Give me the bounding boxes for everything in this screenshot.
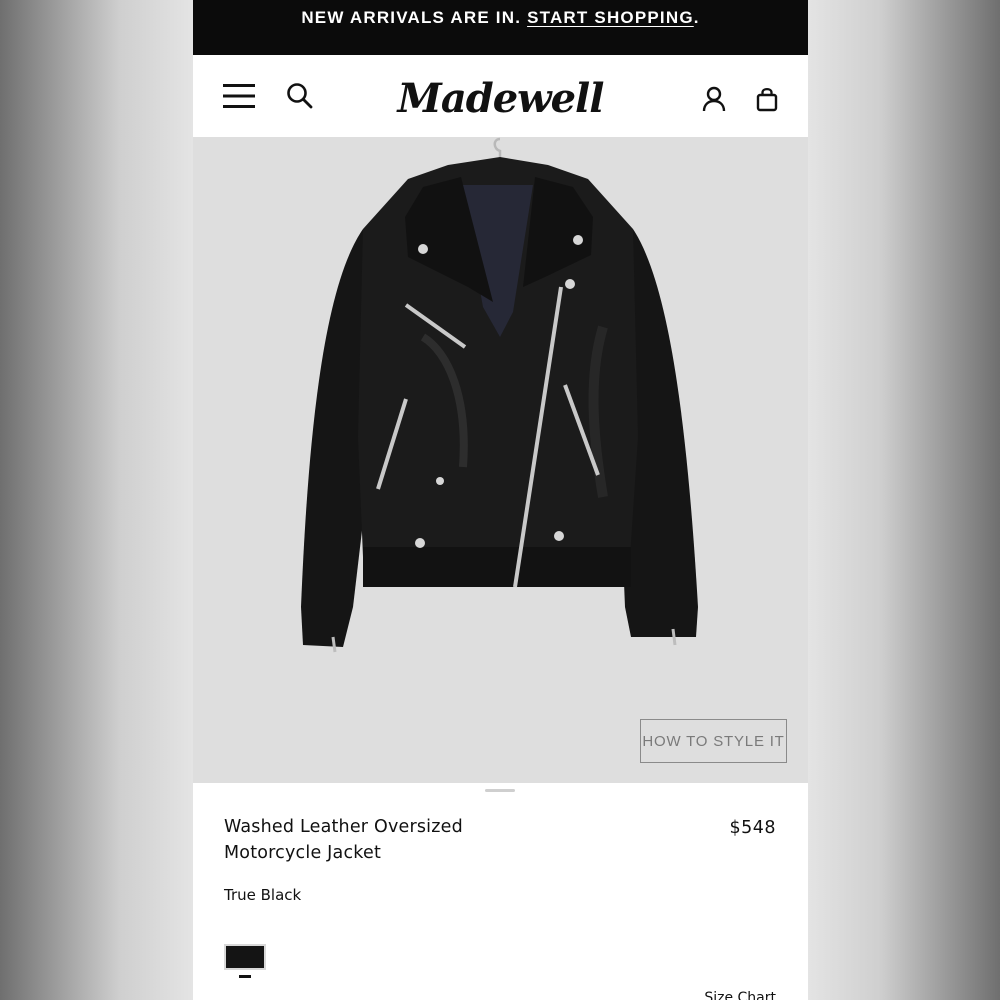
selected-color-name: True Black [224,886,302,904]
product-title-line-2: Motorcycle Jacket [224,843,382,863]
product-title-line-1: Washed Leather Oversized [224,817,463,837]
search-button[interactable] [283,80,317,112]
start-shopping-link[interactable]: START SHOPPING [527,8,694,27]
size-chart-link[interactable]: Size Chart [704,990,776,1000]
search-icon [287,83,313,109]
menu-icon [223,84,255,108]
promo-text: NEW ARRIVALS ARE IN. [301,8,522,27]
menu-button[interactable] [221,80,257,112]
sheet-drag-handle[interactable] [485,789,515,792]
promo-banner: NEW ARRIVALS ARE IN. START SHOPPING. [193,0,808,55]
site-header: Madewell [193,55,808,137]
product-image[interactable]: HOW TO STYLE IT [193,137,808,783]
account-button[interactable] [698,83,730,115]
bag-button[interactable] [751,83,783,115]
mobile-page: NEW ARRIVALS ARE IN. START SHOPPING. Mad… [193,0,808,1000]
leather-jacket-image [301,137,698,653]
madewell-logo[interactable]: Madewell [393,69,608,127]
selected-swatch-indicator [239,975,251,978]
promo-period: . [693,8,700,27]
product-title: Washed Leather Oversized Motorcycle Jack… [224,814,524,866]
product-price: $548 [729,818,776,838]
bag-icon [756,87,778,112]
how-to-style-it-button[interactable]: HOW TO STYLE IT [640,719,787,763]
color-swatch-true-black[interactable] [224,944,266,970]
account-icon [702,86,726,112]
